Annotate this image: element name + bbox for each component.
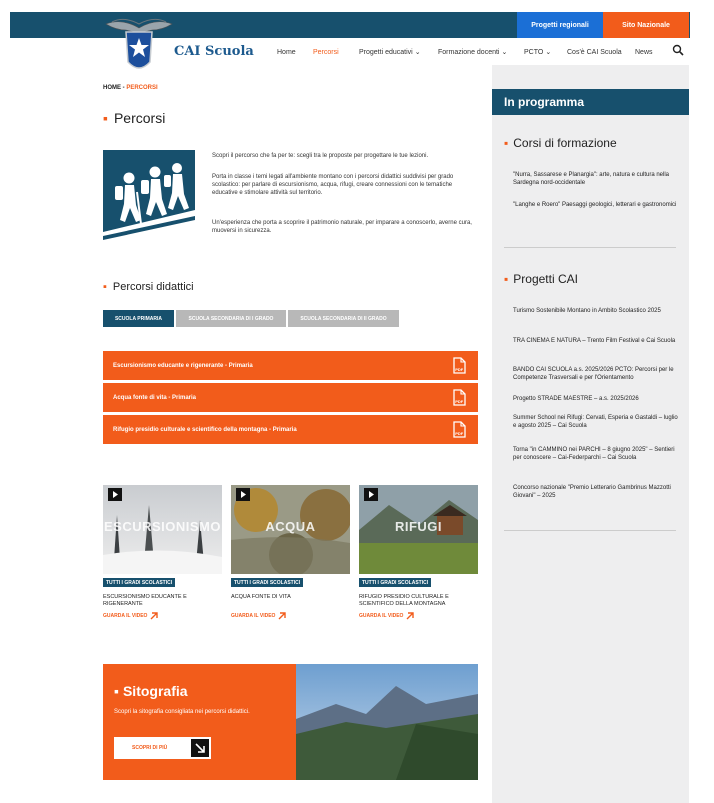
intro-paragraph: Scopri il percorso che fa per te: scegli… (212, 153, 429, 159)
video-title[interactable]: RIFUGIO PRESIDIO CULTURALE E SCIENTIFICO… (359, 594, 469, 608)
sitografia-title: ▪ Sitografia (114, 683, 188, 699)
nav-cose-cai-scuola[interactable]: Cos'è CAI Scuola (567, 46, 622, 58)
breadcrumb-home[interactable]: HOME (103, 85, 121, 91)
percorso-label: Escursionismo educante e rigenerante - P… (113, 362, 253, 369)
intro-paragraph: Porta in classe i temi legati all'ambien… (212, 174, 454, 196)
tab-secondaria-ii-grado[interactable]: SCUOLA SECONDARIA DI II GRADO (288, 310, 399, 327)
chevron-down-icon: ⌄ (501, 49, 508, 56)
pdf-icon[interactable]: PDF (452, 357, 466, 374)
chevron-down-icon: ⌄ (545, 49, 552, 56)
corsi-heading: ▪ Corsi di formazione (504, 136, 617, 150)
video-title[interactable]: ACQUA FONTE DI VITA (231, 594, 341, 601)
mountain-landscape-image (296, 664, 478, 780)
video-thumbnail-acqua[interactable]: ACQUA (231, 485, 350, 574)
percorso-item[interactable]: Escursionismo educante e rigenerante - P… (103, 351, 478, 380)
sidebar-link[interactable]: "Langhe e Roero" Paesaggi geologici, let… (513, 201, 679, 209)
hikers-illustration (103, 150, 195, 242)
svg-text:PDF: PDF (455, 367, 464, 372)
video-title[interactable]: ESCURSIONISMO EDUCANTE E RIGENERANTE (103, 594, 213, 608)
arrow-up-right-icon (150, 612, 159, 620)
nav-formazione-docenti[interactable]: Formazione docenti ⌄ (438, 46, 507, 58)
page-title: ▪ Percorsi (103, 110, 166, 126)
percorso-label: Acqua fonte di vita - Primaria (113, 394, 197, 401)
play-icon[interactable] (236, 488, 250, 501)
watch-video-link[interactable]: GUARDA IL VIDEO (231, 612, 287, 620)
nav-pcto[interactable]: PCTO ⌄ (524, 46, 551, 58)
play-icon[interactable] (108, 488, 122, 501)
search-icon[interactable] (672, 44, 684, 56)
watch-video-link[interactable]: GUARDA IL VIDEO (103, 612, 159, 620)
svg-text:PDF: PDF (455, 399, 464, 404)
sidebar-link[interactable]: Torna "in CAMMINO nei PARCHI – 8 giugno … (513, 446, 679, 462)
progetti-heading: ▪ Progetti CAI (504, 272, 578, 286)
sitografia-desc: Scopri la sitografia consigliata nei per… (114, 709, 250, 715)
scopri-di-piu-button[interactable]: SCOPRI DI PIÙ (114, 737, 211, 759)
sidebar-link[interactable]: BANDO CAI SCUOLA a.s. 2025/2026 PCTO: Pe… (513, 366, 679, 382)
breadcrumb: HOME - PERCORSI (103, 85, 158, 91)
watch-video-link[interactable]: GUARDA IL VIDEO (359, 612, 415, 620)
button-label: SCOPRI DI PIÙ (132, 745, 168, 751)
sidebar-link[interactable]: Progetto STRADE MAESTRE – a.s. 2025/2026 (513, 395, 679, 403)
pdf-icon[interactable]: PDF (452, 389, 466, 406)
nav-news[interactable]: News (635, 46, 653, 58)
video-overlay-label: RIFUGI (394, 519, 443, 534)
video-thumbnail-rifugi[interactable]: RIFUGI (359, 485, 478, 574)
arrow-down-right-icon (191, 739, 209, 757)
nav-percorsi[interactable]: Percorsi (313, 46, 339, 58)
progetti-regionali-button[interactable]: Progetti regionali (517, 12, 603, 38)
nav-home[interactable]: Home (277, 46, 296, 58)
sidebar-link[interactable]: Concorso nazionale "Premio Letterario Ga… (513, 484, 679, 500)
arrow-up-right-icon (278, 612, 287, 620)
sidebar-link[interactable]: TRA CINEMA E NATURA – Trento Film Festiv… (513, 337, 679, 345)
nav-progetti-educativi[interactable]: Progetti educativi ⌄ (359, 46, 421, 58)
divider (504, 247, 676, 248)
divider (504, 530, 676, 531)
intro-paragraph: Un'esperienza che porta a scoprire il pa… (212, 220, 472, 234)
didattici-title: ▪ Percorsi didattici (103, 281, 194, 293)
tab-secondaria-i-grado[interactable]: SCUOLA SECONDARIA DI I GRADO (176, 310, 286, 327)
site-title[interactable]: CAI Scuola (174, 44, 254, 59)
percorso-label: Rifugio presidio culturale e scientifico… (113, 426, 297, 433)
cai-logo-icon[interactable] (104, 16, 174, 76)
percorso-item[interactable]: Acqua fonte di vita - Primaria PDF (103, 383, 478, 412)
arrow-up-right-icon (406, 612, 415, 620)
pdf-icon[interactable]: PDF (452, 421, 466, 438)
sidebar-link[interactable]: Turismo Sostenibile Montano in Ambito Sc… (513, 307, 679, 315)
sidebar-link[interactable]: "Nurra, Sassarese e Planargia": arte, na… (513, 171, 679, 187)
tab-scuola-primaria[interactable]: SCUOLA PRIMARIA (103, 310, 174, 327)
video-overlay-label: ACQUA (265, 519, 316, 534)
breadcrumb-current: PERCORSI (126, 85, 158, 91)
video-thumbnail-escursionismo[interactable]: ESCURSIONISMO (103, 485, 222, 574)
sidebar-heading: In programma (492, 89, 689, 115)
play-icon[interactable] (364, 488, 378, 501)
chevron-down-icon: ⌄ (414, 49, 421, 56)
category-badge[interactable]: TUTTI I GRADI SCOLASTICI (231, 578, 304, 587)
category-badge[interactable]: TUTTI I GRADI SCOLASTICI (359, 578, 432, 587)
percorso-item[interactable]: Rifugio presidio culturale e scientifico… (103, 415, 478, 444)
video-overlay-label: ESCURSIONISMO (103, 519, 221, 534)
sito-nazionale-button[interactable]: Sito Nazionale (603, 12, 689, 38)
sitografia-panel (103, 664, 296, 780)
category-badge[interactable]: TUTTI I GRADI SCOLASTICI (103, 578, 176, 587)
sidebar-link[interactable]: Summer School nei Rifugi: Cervati, Esper… (513, 414, 679, 430)
svg-text:PDF: PDF (455, 431, 464, 436)
